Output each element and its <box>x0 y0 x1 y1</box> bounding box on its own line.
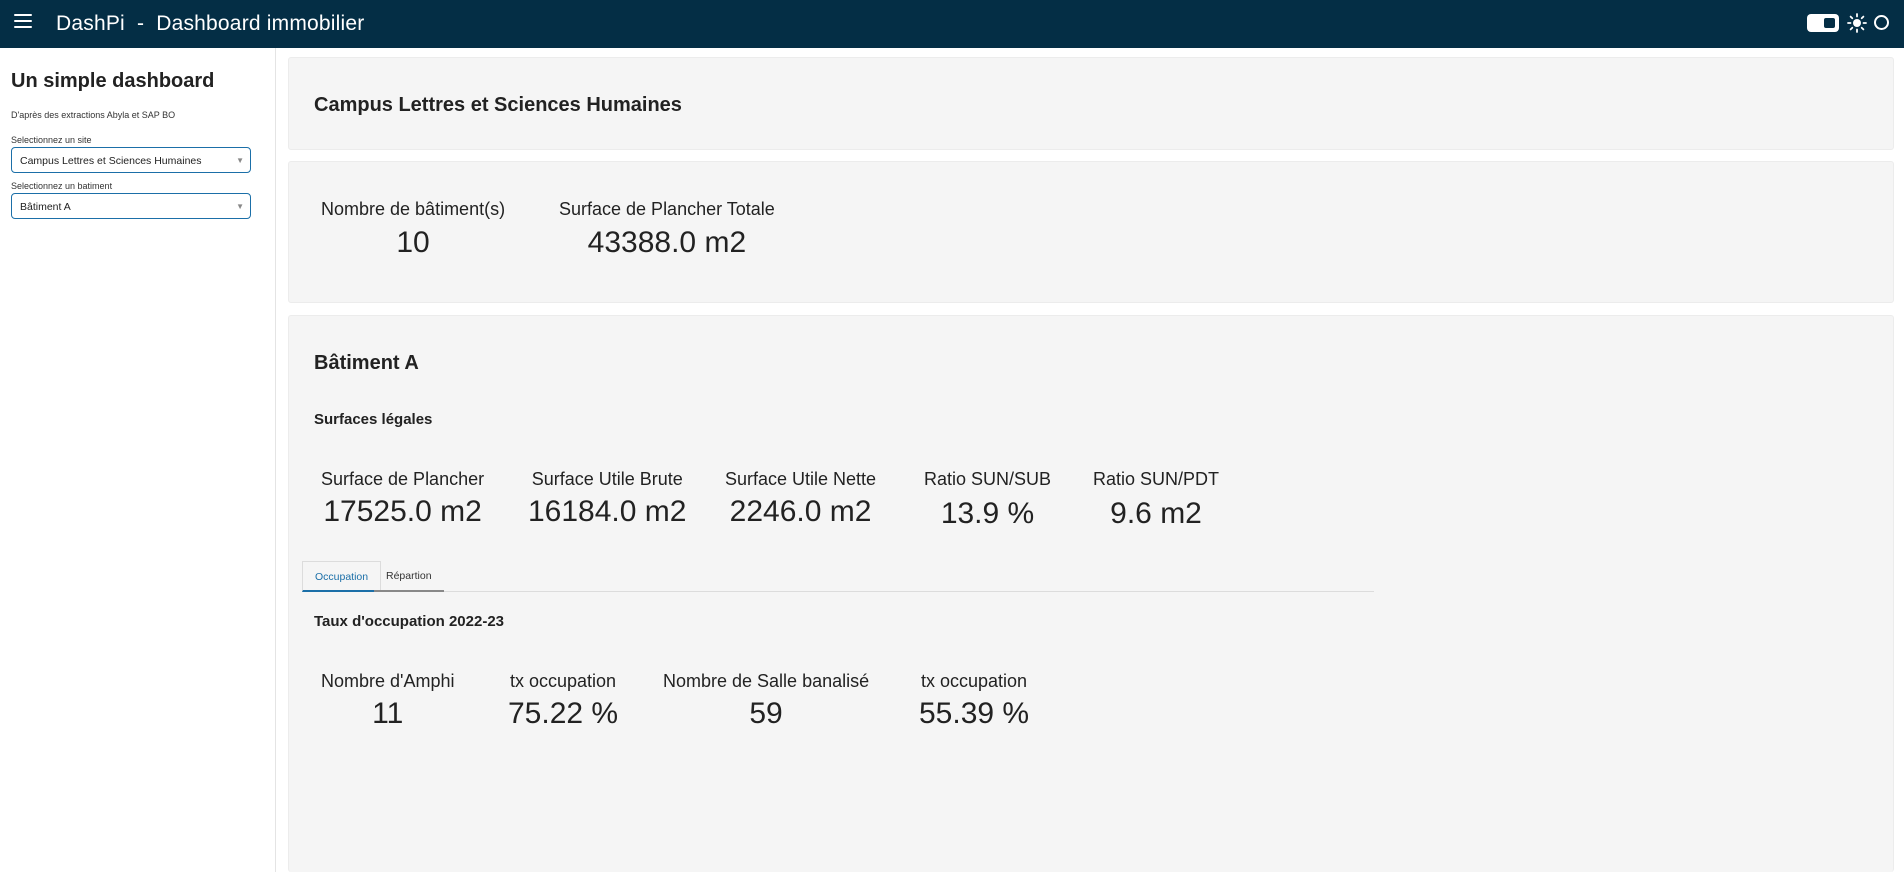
kpi-ratio-sun-sub: Ratio SUN/SUB 13.9 % <box>924 469 1051 531</box>
app-title: DashPi - Dashboard immobilier <box>56 12 365 35</box>
chevron-down-icon: ▼ <box>236 202 244 211</box>
kpi-amphi-occupation-rate: tx occupation 75.22 % <box>508 671 618 731</box>
kpi-value: 10 <box>396 226 430 259</box>
circle-icon[interactable] <box>1874 15 1889 30</box>
kpi-label: Surface Utile Brute <box>531 469 683 489</box>
kpi-value: 59 <box>749 697 783 730</box>
kpi-value: 2246.0 m2 <box>729 495 872 528</box>
kpi-value: 17525.0 m2 <box>323 495 482 528</box>
kpi-total-floor-area: Surface de Plancher Totale 43388.0 m2 <box>559 199 775 260</box>
kpi-label: tx occupation <box>921 671 1028 691</box>
kpi-value: 9.6 m2 <box>1110 497 1202 530</box>
kpi-amphi-count: Nombre d'Amphi 11 <box>321 671 455 731</box>
kpi-label: Nombre de Salle banalisé <box>663 671 870 691</box>
tab-repartion[interactable]: Répartion <box>374 561 444 592</box>
sidebar-title: Un simple dashboard <box>11 70 215 92</box>
building-select-label: Selectionnez un batiment <box>11 181 113 191</box>
kpi-label: Nombre de bâtiment(s) <box>321 199 506 219</box>
site-title-card: Campus Lettres et Sciences Humaines <box>288 57 1894 150</box>
site-title: Campus Lettres et Sciences Humaines <box>314 94 682 116</box>
kpi-value: 16184.0 m2 <box>528 495 687 528</box>
kpi-building-count: Nombre de bâtiment(s) 10 <box>321 199 505 260</box>
occupation-heading: Taux d'occupation 2022-23 <box>314 613 505 630</box>
site-select-value: Campus Lettres et Sciences Humaines <box>20 155 202 167</box>
kpi-label: Ratio SUN/SUB <box>924 469 1052 489</box>
kpi-surface-utile-nette: Surface Utile Nette 2246.0 m2 <box>725 469 876 529</box>
surfaces-heading: Surfaces légales <box>314 411 433 428</box>
kpi-room-count: Nombre de Salle banalisé 59 <box>663 671 869 731</box>
hamburger-menu-icon[interactable] <box>14 14 32 30</box>
kpi-label: Surface de Plancher <box>321 469 485 489</box>
sidebar-subtitle: D'après des extractions Abyla et SAP BO <box>11 110 176 120</box>
site-select-label: Selectionnez un site <box>11 135 92 145</box>
building-select[interactable]: Bâtiment A ▼ <box>11 193 251 219</box>
kpi-ratio-sun-pdt: Ratio SUN/PDT 9.6 m2 <box>1093 469 1219 531</box>
chevron-down-icon: ▼ <box>236 156 244 165</box>
kpi-value: 55.39 % <box>919 697 1030 730</box>
kpi-label: Surface de Plancher Totale <box>559 199 775 219</box>
kpi-value: 13.9 % <box>940 497 1035 530</box>
kpi-value: 43388.0 m2 <box>587 226 747 259</box>
sun-icon[interactable] <box>1847 13 1867 33</box>
kpi-surface-utile-brute: Surface Utile Brute 16184.0 m2 <box>528 469 686 529</box>
kpi-value: 11 <box>372 697 404 730</box>
kpi-surface-plancher: Surface de Plancher 17525.0 m2 <box>321 469 484 529</box>
tab-occupation[interactable]: Occupation <box>302 561 382 592</box>
building-card: Bâtiment A Surfaces légales Surface de P… <box>288 315 1894 872</box>
sidebar: Un simple dashboard D'après des extracti… <box>0 48 276 872</box>
kpi-label: Nombre d'Amphi <box>321 671 455 691</box>
theme-toggle-switch[interactable] <box>1807 14 1839 32</box>
kpi-label: Ratio SUN/PDT <box>1093 469 1220 489</box>
building-title: Bâtiment A <box>314 352 419 374</box>
site-kpi-card: Nombre de bâtiment(s) 10 Surface de Plan… <box>288 161 1894 303</box>
kpi-label: tx occupation <box>510 671 617 691</box>
building-select-value: Bâtiment A <box>20 201 71 213</box>
toggle-knob <box>1824 18 1835 28</box>
kpi-value: 75.22 % <box>508 697 619 730</box>
kpi-room-occupation-rate: tx occupation 55.39 % <box>919 671 1029 731</box>
top-app-bar: DashPi - Dashboard immobilier <box>0 0 1904 48</box>
kpi-label: Surface Utile Nette <box>725 469 877 489</box>
tab-bar: Occupation Répartion <box>302 561 1374 592</box>
site-select[interactable]: Campus Lettres et Sciences Humaines ▼ <box>11 147 251 173</box>
